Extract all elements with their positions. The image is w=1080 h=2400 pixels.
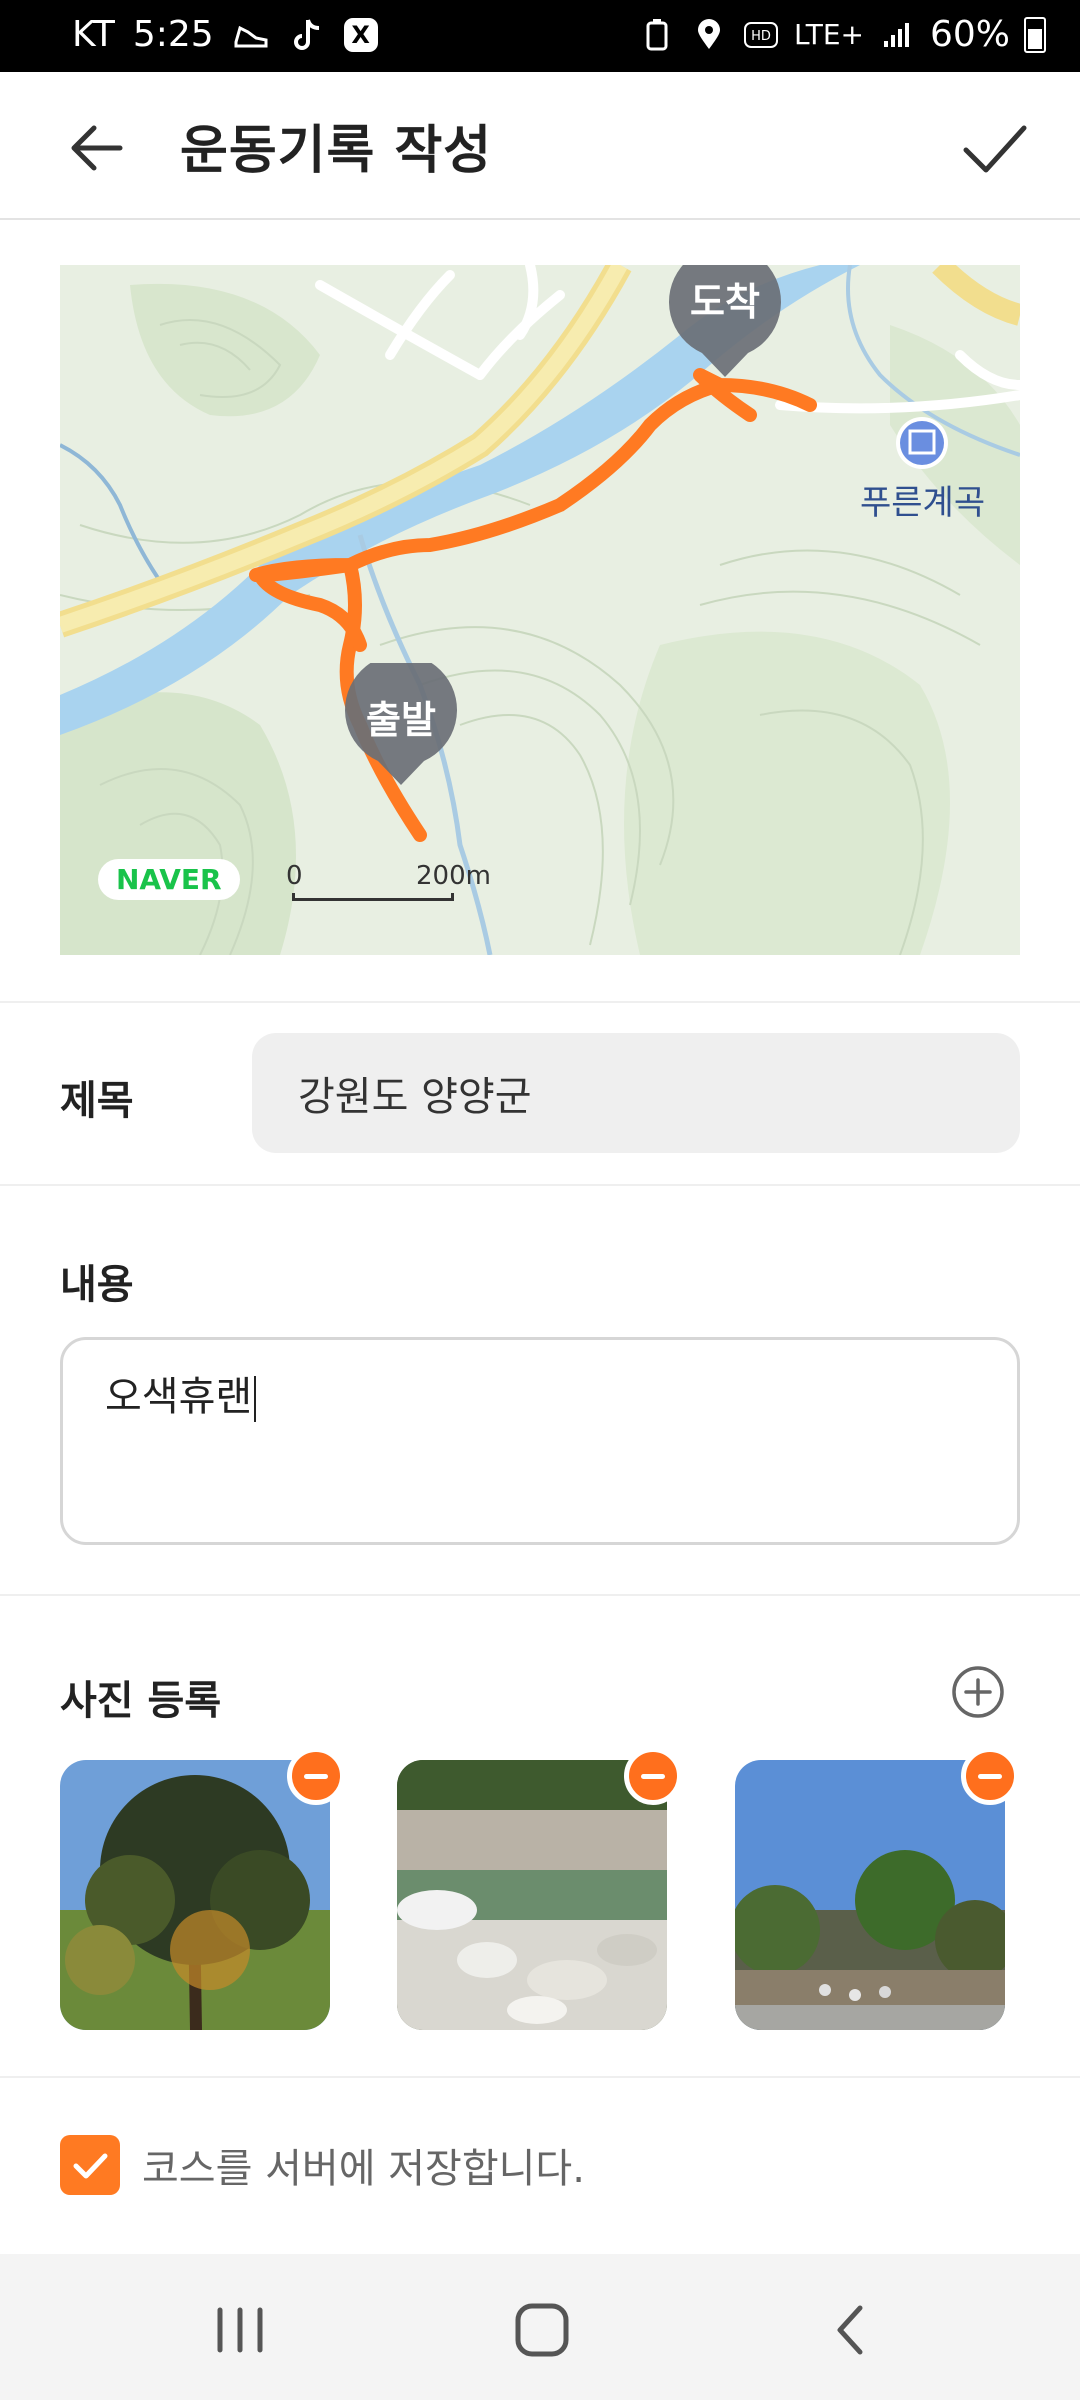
scale-zero-label: 0 xyxy=(286,861,303,891)
add-photo-plus-icon[interactable] xyxy=(950,1664,1006,1720)
x-app-icon: X xyxy=(343,17,378,52)
confirm-check-icon[interactable] xyxy=(956,110,1032,186)
status-bar: KT 5:25 X HD LTE+ 60% xyxy=(0,0,1080,72)
save-course-checkbox[interactable] xyxy=(60,2135,120,2195)
route-map[interactable]: 도착 출발 푸른계곡 NAVER 0 200m xyxy=(60,265,1020,955)
divider xyxy=(0,1001,1080,1003)
tiktok-icon xyxy=(288,16,326,54)
page-title: 운동기록 작성 xyxy=(180,121,493,181)
title-input[interactable]: 강원도 양양군 xyxy=(252,1033,1020,1153)
back-arrow-icon[interactable] xyxy=(62,112,134,184)
app-bar: 운동기록 작성 xyxy=(0,72,1080,220)
time-text: 5:25 xyxy=(132,14,214,55)
location-icon xyxy=(690,16,728,54)
title-label: 제목 xyxy=(60,1078,134,1124)
content-label: 내용 xyxy=(60,1262,134,1308)
carrier-text: KT xyxy=(72,14,115,55)
checkmark-icon xyxy=(73,2153,108,2179)
remove-photo-minus-icon[interactable] xyxy=(287,1747,345,1805)
photo-thumbnail-tree[interactable] xyxy=(60,1760,330,2030)
system-nav-bar xyxy=(0,2254,1080,2400)
save-course-label[interactable]: 코스를 서버에 저장합니다. xyxy=(142,2136,585,2194)
photo-section-label: 사진 등록 xyxy=(60,1678,222,1724)
remove-photo-minus-icon[interactable] xyxy=(961,1747,1019,1805)
content-textarea-value: 오색휴랜 xyxy=(105,1374,253,1420)
recent-apps-icon[interactable] xyxy=(210,2300,270,2360)
scale-distance-label: 200m xyxy=(416,861,491,891)
photo-thumbnail-garden[interactable] xyxy=(735,1760,1005,2030)
divider xyxy=(0,1594,1080,1596)
running-shoe-icon xyxy=(232,16,270,54)
scale-bar xyxy=(292,893,454,901)
start-marker-label: 출발 xyxy=(366,698,436,742)
home-icon[interactable] xyxy=(510,2298,574,2362)
network-type-text: LTE+ xyxy=(793,18,864,51)
battery-percent-text: 60% xyxy=(929,14,1010,55)
text-caret xyxy=(254,1376,257,1422)
hd-voice-icon: HD xyxy=(742,16,780,54)
photo-thumbnail-stream[interactable] xyxy=(397,1760,667,2030)
naver-logo: NAVER xyxy=(98,859,240,900)
divider xyxy=(0,2076,1080,2078)
nav-back-icon[interactable] xyxy=(820,2298,884,2362)
content-textarea[interactable]: 오색휴랜 xyxy=(60,1337,1020,1545)
start-marker: 출발 xyxy=(342,663,460,787)
battery-icon xyxy=(1024,16,1046,53)
signal-icon xyxy=(878,16,916,54)
divider xyxy=(0,1184,1080,1186)
remove-photo-minus-icon[interactable] xyxy=(624,1747,682,1805)
end-marker-label: 도착 xyxy=(690,280,760,324)
end-marker: 도착 xyxy=(666,265,784,379)
title-input-value: 강원도 양양군 xyxy=(298,1074,532,1120)
battery-saver-icon xyxy=(638,16,676,54)
place-label: 푸른계곡 xyxy=(860,483,986,523)
svg-text:HD: HD xyxy=(751,29,771,44)
